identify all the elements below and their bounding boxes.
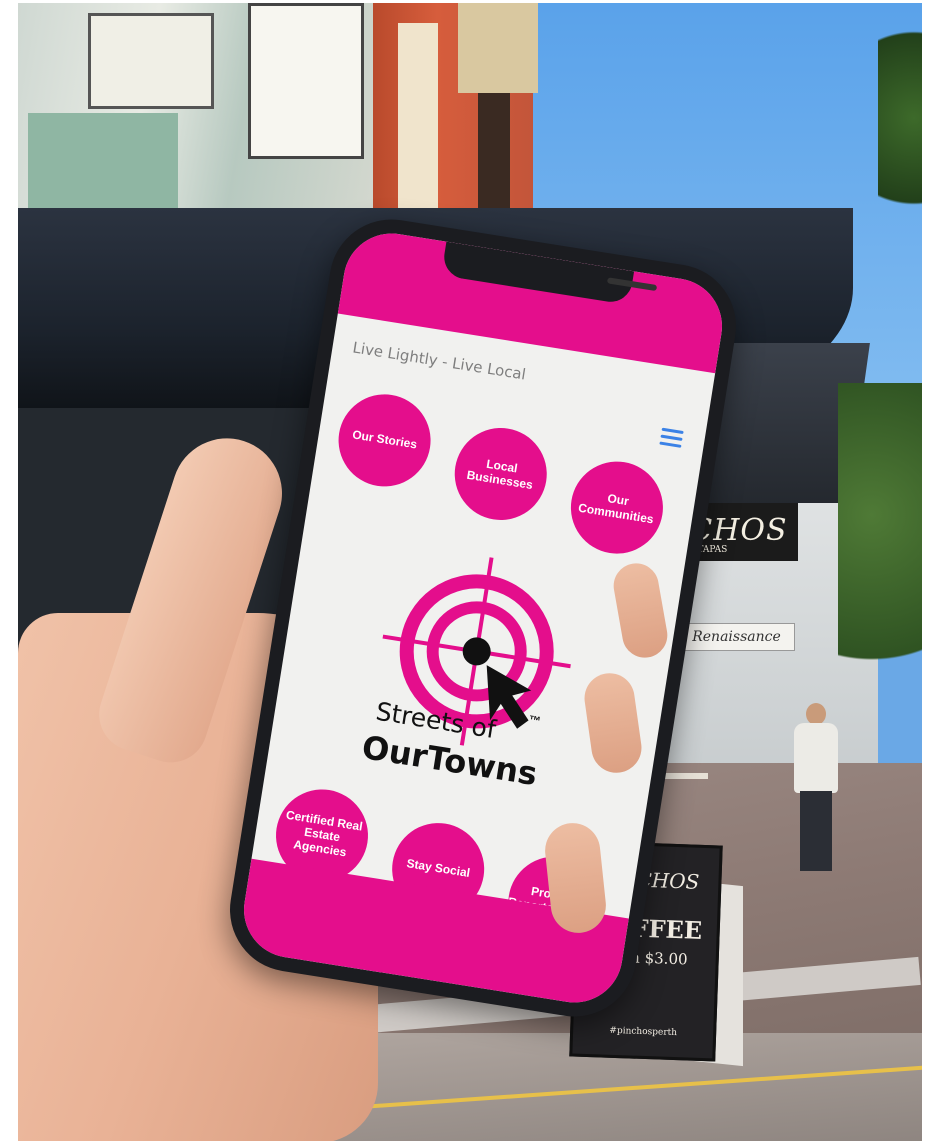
trademark-symbol: ™	[527, 712, 542, 729]
building-window	[478, 93, 510, 213]
mural-shape	[248, 3, 364, 159]
menu-line	[660, 434, 683, 441]
hamburger-menu-icon[interactable]	[659, 427, 684, 449]
pedestrian	[788, 703, 843, 873]
menu-line	[661, 427, 684, 435]
menu-line	[659, 441, 682, 448]
building-window	[398, 23, 438, 213]
secondary-sign: Renaissance	[678, 623, 795, 651]
mural-wall	[18, 3, 388, 218]
tagline: Live Lightly - Live Local	[351, 338, 528, 384]
nav-our-stories[interactable]: Our Stories	[331, 387, 438, 494]
pedestrian-legs	[800, 791, 832, 871]
mural-shape	[28, 113, 178, 213]
street-photo: PINCHOS BAR DE TAPAS Renaissance PINCHOS…	[18, 3, 922, 1141]
nav-local-businesses[interactable]: Local Businesses	[448, 421, 554, 527]
board-handle: #pinchosperth	[609, 1025, 678, 1039]
pedestrian-torso	[794, 723, 838, 793]
tree	[838, 383, 922, 713]
building-ornament	[458, 3, 538, 93]
pedestrian-head	[806, 703, 826, 725]
tree	[878, 3, 922, 233]
mural-shape	[88, 13, 214, 109]
nav-our-communities[interactable]: Our Communities	[564, 454, 670, 561]
